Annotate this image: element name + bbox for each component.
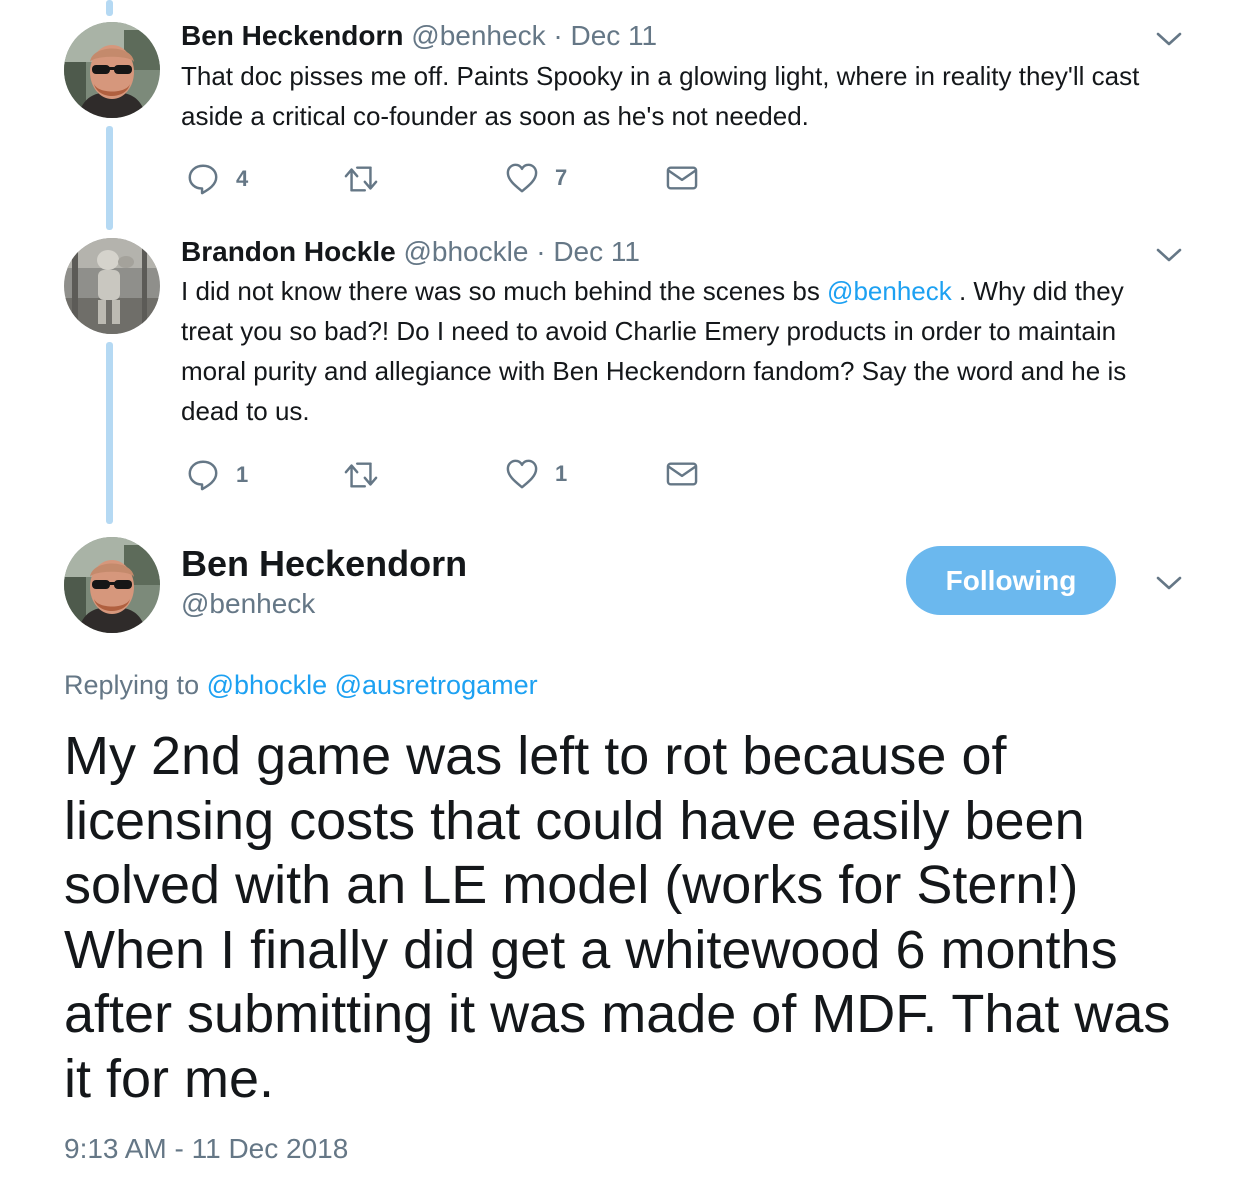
mention-link[interactable]: @bhockle [207,670,327,700]
reply-icon [186,458,220,492]
avatar[interactable] [64,238,160,334]
envelope-icon [665,459,699,489]
chevron-down-icon[interactable] [1155,573,1183,593]
like-count: 7 [555,165,568,190]
like-button[interactable]: 1 [505,458,567,490]
like-button[interactable]: 7 [505,162,567,194]
chevron-down-icon[interactable] [1155,29,1183,49]
author-handle[interactable]: @bhockle [403,236,528,267]
retweet-icon [342,458,380,492]
header-separator: · [553,20,563,51]
author-handle[interactable]: @benheck [181,588,315,620]
avatar[interactable] [64,22,160,118]
envelope-icon [665,163,699,193]
retweet-button[interactable] [342,458,380,492]
reply-button[interactable]: 1 [186,458,248,492]
replying-to: Replying to @bhockle @ausretrogamer [64,670,538,701]
author-name[interactable]: Brandon Hockle [181,236,396,267]
heart-icon [505,162,539,194]
thread-line-2 [106,342,113,524]
author-name[interactable]: Ben Heckendorn [181,543,467,585]
reply-icon [186,162,220,196]
reply-count: 4 [236,166,249,191]
like-count: 1 [555,461,568,486]
reply-count: 1 [236,462,249,487]
tweet-text: I did not know there was so much behind … [181,271,1171,431]
avatar[interactable] [64,537,160,633]
thread-line-top [106,0,113,16]
tweet-timestamp[interactable]: 9:13 AM - 11 Dec 2018 [64,1133,348,1165]
tweet-date[interactable]: Dec 11 [570,20,657,51]
dm-button[interactable] [665,459,699,489]
chevron-down-icon[interactable] [1155,245,1183,265]
tweet-text: That doc pisses me off. Paints Spooky in… [181,61,1140,131]
heart-icon [505,458,539,490]
dm-button[interactable] [665,163,699,193]
tweet-text: My 2nd game was left to rot because of l… [64,726,1171,1109]
thread-line-1 [106,126,113,230]
reply-button[interactable]: 4 [186,162,248,196]
retweet-button[interactable] [342,162,380,196]
tweet-date[interactable]: Dec 11 [553,236,640,267]
mention-link[interactable]: @benheck [827,276,952,306]
tweet-header: Ben Heckendorn @benheck · Dec 11 [181,19,657,53]
tweet-text-start: I did not know there was so much behind … [181,276,828,306]
tweet-header: Brandon Hockle @bhockle · Dec 11 [181,235,640,269]
author-name[interactable]: Ben Heckendorn [181,20,404,51]
following-button[interactable]: Following [906,546,1116,615]
mention-link[interactable]: @ausretrogamer [335,670,538,700]
retweet-icon [342,162,380,196]
replying-prefix: Replying to [64,670,200,700]
author-handle[interactable]: @benheck [411,20,545,51]
header-separator: · [536,236,546,267]
